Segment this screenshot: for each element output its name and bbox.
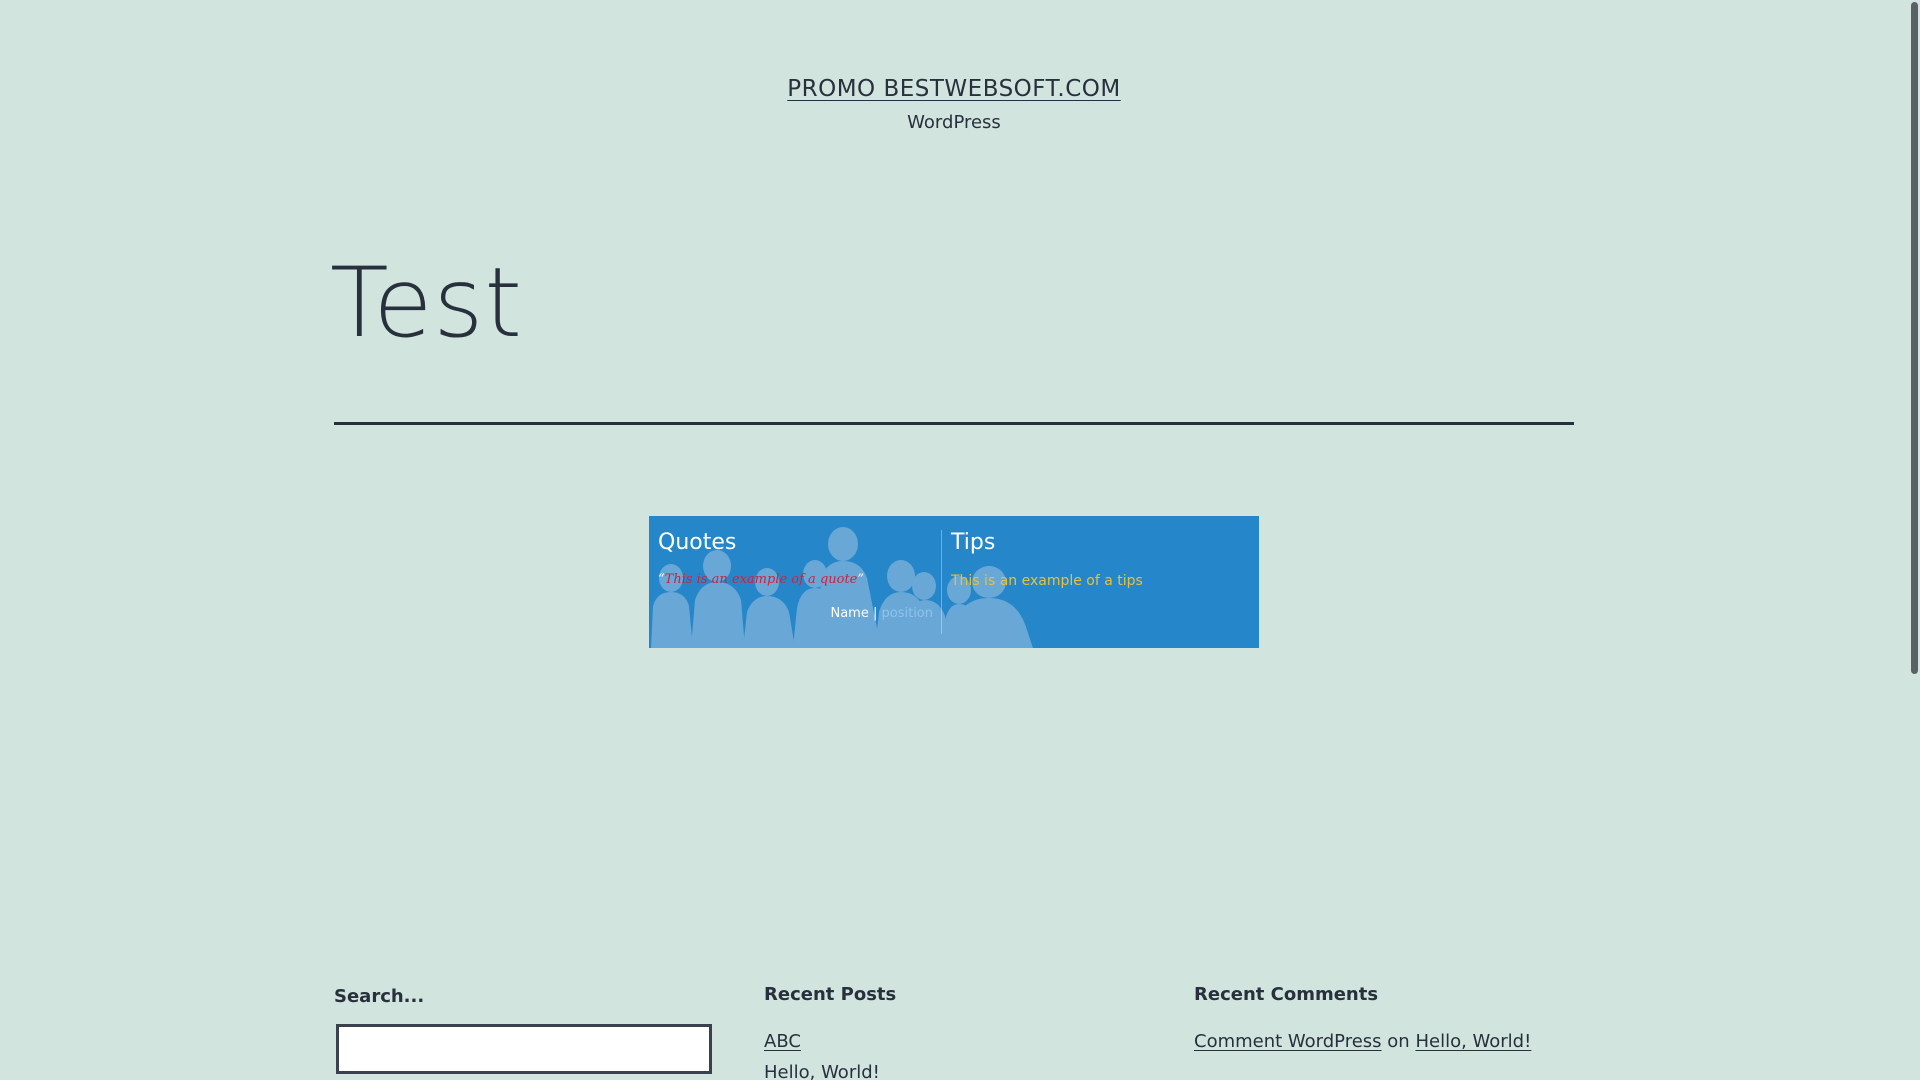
comment-author-link[interactable]: Comment WordPress <box>1194 1031 1382 1052</box>
recent-comments-widget: Recent Comments Comment WordPress on Hel… <box>1194 984 1531 1062</box>
quotes-column: Quotes “This is an example of a quote” N… <box>649 516 941 648</box>
site-description: WordPress <box>907 112 1001 133</box>
scrollbar-thumb[interactable] <box>1911 2 1918 674</box>
list-item: Comment WordPress on Hello, World! <box>1194 1031 1531 1052</box>
author-position: position <box>881 606 934 621</box>
recent-comments-heading: Recent Comments <box>1194 984 1379 1005</box>
recent-posts-list: ABC Hello, World! <box>764 1031 896 1080</box>
tips-text: This is an example of a tips <box>951 573 1143 589</box>
recent-posts-widget: Recent Posts ABC Hello, World! <box>764 984 896 1080</box>
site-title-link[interactable]: PROMO BESTWEBSOFT.COM <box>787 76 1121 102</box>
recent-post-link[interactable]: Hello, World! <box>764 1062 880 1080</box>
search-input[interactable] <box>336 1024 712 1074</box>
open-quote-mark: “ <box>658 572 665 587</box>
list-item: ABC <box>764 1031 896 1052</box>
search-label: Search... <box>334 986 425 1007</box>
recent-posts-heading: Recent Posts <box>764 984 897 1005</box>
recent-post-link[interactable]: ABC <box>764 1031 801 1052</box>
comment-connector: on <box>1387 1031 1410 1052</box>
author-separator: | <box>868 606 882 621</box>
quote-author: Name | position <box>830 606 933 621</box>
vertical-scrollbar[interactable] <box>1908 0 1920 1080</box>
recent-comments-list: Comment WordPress on Hello, World! <box>1194 1031 1531 1052</box>
page-title: Test <box>330 247 524 359</box>
tips-heading: Tips <box>951 530 996 555</box>
quotes-tips-widget: Quotes “This is an example of a quote” N… <box>649 516 1259 648</box>
quotes-heading: Quotes <box>658 530 737 555</box>
quote-text: “This is an example of a quote” <box>658 572 864 587</box>
quote-body: This is an example of a quote <box>664 572 858 587</box>
comment-post-link[interactable]: Hello, World! <box>1415 1031 1531 1052</box>
page: PROMO BESTWEBSOFT.COM WordPress Test Quo… <box>0 0 1920 1080</box>
tips-column: Tips This is an example of a tips <box>942 516 1259 648</box>
list-item: Hello, World! <box>764 1062 896 1080</box>
title-separator <box>334 422 1574 425</box>
close-quote-mark: ” <box>857 572 865 587</box>
site-header: PROMO BESTWEBSOFT.COM WordPress <box>0 76 1908 133</box>
author-name: Name <box>830 606 869 621</box>
